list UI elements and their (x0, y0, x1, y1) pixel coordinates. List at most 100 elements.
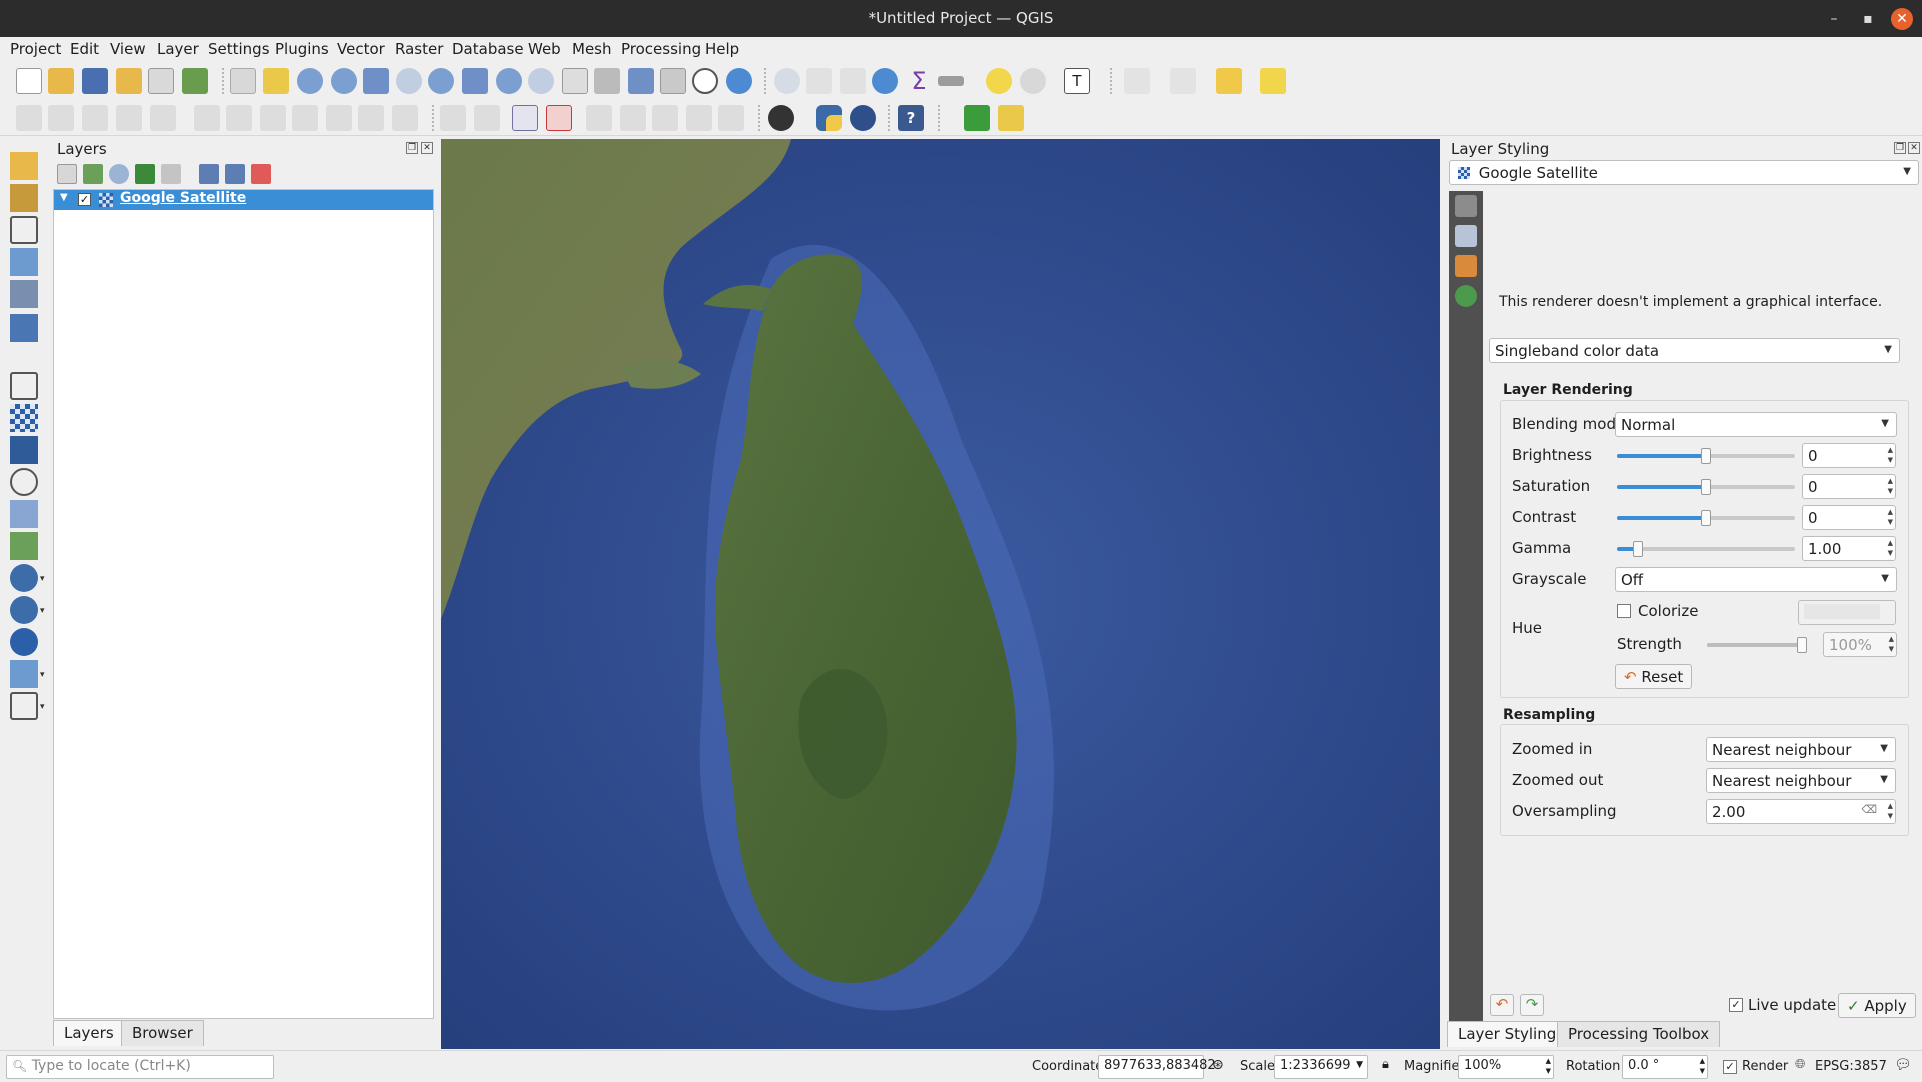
python-console-icon[interactable] (816, 105, 842, 131)
spin-arrows-icon[interactable]: ▲ ▼ (1888, 801, 1893, 821)
delete-selected-icon[interactable] (226, 105, 252, 131)
add-wcs-icon[interactable] (10, 660, 38, 688)
temporal-controller-icon[interactable] (692, 68, 718, 94)
crs-globe-icon[interactable]: 🌐︎ (1795, 1057, 1805, 1072)
add-layer-icon[interactable] (10, 184, 38, 212)
clear-icon[interactable]: ⌫ (1861, 803, 1877, 816)
tab-browser[interactable]: Browser (121, 1020, 204, 1046)
tab-layers[interactable]: Layers (53, 1020, 125, 1046)
rotation-spinbox[interactable]: 0.0 ° ▲ ▼ (1622, 1055, 1708, 1079)
add-group-icon[interactable] (83, 164, 103, 184)
quick-map-services-icon[interactable] (964, 105, 990, 131)
saturation-spinbox[interactable]: 0 ▲ ▼ (1802, 474, 1896, 499)
spin-arrows-icon[interactable]: ▲ ▼ (1700, 1056, 1705, 1076)
annotation-locate-icon[interactable] (1020, 68, 1046, 94)
render-checkbox[interactable]: ✓ (1723, 1060, 1737, 1074)
manage-visibility-icon[interactable] (109, 164, 129, 184)
spin-arrows-icon[interactable]: ▲ ▼ (1889, 634, 1894, 654)
redo-icon[interactable] (392, 105, 418, 131)
add-mesh-icon[interactable] (10, 436, 38, 464)
gamma-spinbox[interactable]: 1.00 ▲ ▼ (1802, 536, 1896, 561)
new-bookmark-icon[interactable] (628, 68, 654, 94)
oversampling-spinbox[interactable]: 2.00 ⌫ ▲ ▼ (1706, 799, 1896, 824)
add-vector-icon[interactable] (10, 372, 38, 400)
slider-handle[interactable] (1701, 510, 1711, 526)
web-globe-icon[interactable] (850, 105, 876, 131)
layer-styling-icon[interactable] (57, 164, 77, 184)
float-panel-icon[interactable]: ❐ (1894, 142, 1906, 154)
add-spatialite-icon[interactable] (10, 500, 38, 528)
filter-legend-icon[interactable] (135, 164, 155, 184)
paste-features-icon[interactable] (326, 105, 352, 131)
spin-arrows-icon[interactable]: ▲ ▼ (1888, 476, 1893, 496)
coordinate-field[interactable]: 8977633,883482 (1098, 1055, 1216, 1079)
contrast-spinbox[interactable]: 0 ▲ ▼ (1802, 505, 1896, 530)
new-map-view-icon[interactable] (562, 68, 588, 94)
histogram-tab-icon[interactable] (1455, 255, 1477, 277)
transparency-tab-icon[interactable] (1455, 225, 1477, 247)
locator-search-input[interactable]: 🔍︎ Type to locate (Ctrl+K) (6, 1055, 274, 1079)
move-label-icon[interactable] (652, 105, 678, 131)
select-by-value-icon[interactable] (1216, 68, 1242, 94)
new-virtual-layer-icon[interactable] (10, 314, 38, 342)
slider-handle[interactable] (1701, 448, 1711, 464)
label-options-icon[interactable] (546, 105, 572, 131)
new-geopackage-icon[interactable] (10, 280, 38, 308)
add-wms-icon[interactable] (10, 596, 38, 624)
save-project-icon[interactable] (82, 68, 108, 94)
undo-icon[interactable] (358, 105, 384, 131)
spin-arrows-icon[interactable]: ▲ ▼ (1888, 507, 1893, 527)
change-label-icon[interactable] (718, 105, 744, 131)
slider-handle[interactable] (1633, 541, 1643, 557)
history-tab-icon[interactable] (1455, 285, 1477, 307)
new-project-icon[interactable] (16, 68, 42, 94)
add-raster-icon[interactable] (10, 404, 38, 432)
saturation-slider[interactable] (1617, 479, 1795, 495)
tab-processing-toolbox[interactable]: Processing Toolbox (1557, 1021, 1721, 1047)
show-bookmarks-icon[interactable] (660, 68, 686, 94)
zoom-last-icon[interactable] (496, 68, 522, 94)
open-project-icon[interactable] (48, 68, 74, 94)
modify-attributes-icon[interactable] (194, 105, 220, 131)
close-button[interactable]: ✕ (1891, 8, 1913, 30)
new-shapefile-icon[interactable] (10, 248, 38, 276)
magnifier-spinbox[interactable]: 100% ▲ ▼ (1458, 1055, 1554, 1079)
style-manager-icon[interactable] (182, 68, 208, 94)
maximize-button[interactable]: ▪ (1857, 8, 1879, 30)
zoom-full-icon[interactable] (363, 68, 389, 94)
save-edits-icon[interactable] (82, 105, 108, 131)
measure-icon[interactable] (938, 76, 964, 86)
zoom-native-icon[interactable] (462, 68, 488, 94)
grayscale-dropdown[interactable]: Off ▼ (1615, 567, 1897, 592)
collapse-all-icon[interactable] (225, 164, 245, 184)
deselect-icon[interactable] (1170, 68, 1196, 94)
layout-manager-icon[interactable] (148, 68, 174, 94)
add-wfs-icon[interactable] (10, 628, 38, 656)
zoom-out-icon[interactable] (331, 68, 357, 94)
spin-arrows-icon[interactable]: ▲ ▼ (1546, 1056, 1551, 1076)
crs-indicator[interactable]: EPSG:3857 (1815, 1059, 1887, 1074)
menu-help[interactable]: Help (705, 40, 739, 58)
spin-arrows-icon[interactable]: ▲ ▼ (1888, 445, 1893, 465)
zoom-next-icon[interactable] (528, 68, 554, 94)
menu-mesh[interactable]: Mesh (572, 40, 612, 58)
slider-handle[interactable] (1797, 637, 1807, 653)
zoom-in-icon[interactable] (297, 68, 323, 94)
menu-view[interactable]: View (110, 40, 146, 58)
scale-field[interactable]: 1:2336699 ▼ (1274, 1055, 1368, 1079)
colorize-color-button[interactable] (1798, 600, 1896, 625)
add-virtual-icon[interactable] (10, 532, 38, 560)
slider-handle[interactable] (1701, 479, 1711, 495)
current-edits-icon[interactable] (16, 105, 42, 131)
messages-icon[interactable]: 💬︎ (1894, 1057, 1912, 1073)
strength-slider[interactable] (1707, 637, 1807, 653)
refresh-icon[interactable] (726, 68, 752, 94)
contrast-slider[interactable] (1617, 510, 1795, 526)
vertex-tool-icon[interactable] (150, 105, 176, 131)
pan-to-selection-icon[interactable] (263, 68, 289, 94)
redo-style-button[interactable]: ↷ (1520, 994, 1544, 1016)
menu-vector[interactable]: Vector (337, 40, 385, 58)
gamma-slider[interactable] (1617, 541, 1795, 557)
renderer-type-dropdown[interactable]: Singleband color data ▼ (1489, 338, 1900, 363)
layer-visibility-checkbox[interactable]: ✓ (78, 193, 91, 206)
